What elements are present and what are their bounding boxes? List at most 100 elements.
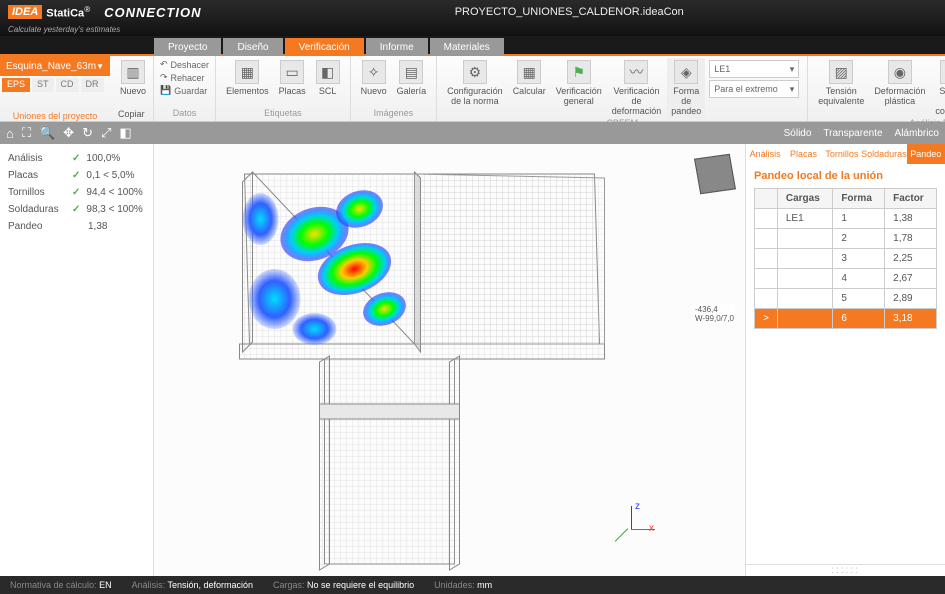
fit-icon[interactable]: ⛶ [22,125,31,141]
3d-viewport[interactable]: -436,4 W-99,0/7,0 z x [154,144,745,576]
sub-tab-strip: EPSSTCDDR [0,76,110,92]
para-extremo-dropdown[interactable]: Para el extremo▾ [709,80,799,98]
navigation-cube[interactable] [694,154,736,194]
expand-icon[interactable]: ⤢ [101,125,111,141]
main-tab-materiales[interactable]: Materiales [430,38,504,56]
main-tab-diseño[interactable]: Diseño [223,38,282,56]
verif-general-button[interactable]: ⚑Verificación general [552,58,606,108]
result-row: Pandeo1,38 [8,218,145,235]
results-summary-panel: Análisis✓100,0%Placas✓0,1 < 5,0%Tornillo… [0,144,154,576]
main-tab-informe[interactable]: Informe [366,38,428,56]
sub-tab-st[interactable]: ST [32,78,54,92]
sub-tab-eps[interactable]: EPS [2,78,30,92]
le-dropdown[interactable]: LE1▾ [709,60,799,78]
app-logo: IDEA StatiCa® CONNECTION [8,5,201,20]
connection-selector-caption: Uniones del proyecto [0,109,110,121]
slogan: Calculate yesterday's estimates [0,24,945,36]
elementos-button[interactable]: ▦Elementos [222,58,273,98]
nuevo-imagen-button[interactable]: ✧Nuevo [357,58,391,98]
view-mode-alámbrico[interactable]: Alámbrico [895,128,939,139]
ribbon-group-cbfem: ⚙Configuración de la norma ▦Calcular ⚑Ve… [437,56,808,121]
col-factor: Factor [885,189,937,209]
buckling-icon: ◈ [674,60,698,84]
chevron-down-icon: ▾ [790,64,795,75]
settings-icon: ⚙ [463,60,487,84]
calculate-icon: ▦ [517,60,541,84]
view-mode-sólido[interactable]: Sólido [784,128,812,139]
check-flag-icon: ⚑ [567,60,591,84]
plastic-icon: ◉ [888,60,912,84]
save-icon: 💾 [160,85,171,96]
forma-pandeo-button[interactable]: ◈Forma de pandeo [667,58,705,118]
copiar-label: Copiar [118,109,145,119]
new-image-icon: ✧ [362,60,386,84]
sub-tab-dr[interactable]: DR [81,78,104,92]
view-modes: Sólido Transparente Alámbrico [784,128,939,139]
ribbon-new-copy: ▥ Nuevo Copiar [110,56,154,121]
zoom-icon[interactable]: 🔍 [39,125,55,141]
view-mode-transparente[interactable]: Transparente [823,128,882,139]
deform-icon: 〰 [624,60,648,84]
ribbon: Esquina_Nave_63m ▼ EPSSTCDDR Uniones del… [0,56,945,122]
deshacer-button[interactable]: ↶Deshacer [160,58,209,71]
stress-contacts-button[interactable]: ▣Stress in contacts [931,58,945,118]
table-row[interactable]: 52,89 [755,289,937,309]
table-row[interactable]: LE111,38 [755,209,937,229]
col-cargas: Cargas [777,189,832,209]
deform-plastica-button[interactable]: ◉Deformación plástica [870,58,929,108]
status-bar: Normativa de cálculo: EN Análisis: Tensi… [0,576,945,594]
calcular-button[interactable]: ▦Calcular [509,58,550,98]
main-tab-proyecto[interactable]: Proyecto [154,38,221,56]
stress-icon: ▨ [829,60,853,84]
copiar-button[interactable]: Copiar [116,109,147,119]
result-row: Soldaduras✓98,3 < 100% [8,201,145,218]
project-filename: PROYECTO_UNIONES_CALDENOR.ideaCon [455,6,684,18]
ribbon-imagenes-label: Imágenes [357,108,431,119]
config-norma-button[interactable]: ⚙Configuración de la norma [443,58,507,108]
home-icon[interactable]: ⌂ [6,126,14,141]
nuevo-button[interactable]: ▥ Nuevo [116,58,150,98]
table-row[interactable]: 42,67 [755,269,937,289]
buckling-results-table: Cargas Forma Factor LE111,3821,7832,2542… [754,188,937,329]
right-tab-tornillos[interactable]: Tornillos [823,144,861,164]
right-tab-soldaduras[interactable]: Soldaduras [861,144,907,164]
rehacer-button[interactable]: ↷Rehacer [160,71,209,84]
connection-selector-value: Esquina_Nave_63m [6,61,96,72]
verif-deform-button[interactable]: 〰Verificación de deformación [608,58,666,118]
col-forma: Forma [833,189,885,209]
panel-resize-handle[interactable]: :::::: [746,564,945,576]
redo-icon: ↷ [160,72,168,83]
right-panel: AnálisisPlacasTornillosSoldadurasPandeo … [745,144,945,576]
ribbon-left: Esquina_Nave_63m ▼ EPSSTCDDR Uniones del… [0,56,110,121]
table-row[interactable]: 32,25 [755,249,937,269]
connection-selector[interactable]: Esquina_Nave_63m ▼ [0,56,110,76]
sub-tab-cd[interactable]: CD [56,78,79,92]
ribbon-etiquetas-label: Etiquetas [222,108,344,119]
table-row[interactable]: >63,18 [755,309,937,329]
placas-button[interactable]: ▭Placas [275,58,310,98]
right-tab-placas[interactable]: Placas [784,144,822,164]
result-row: Placas✓0,1 < 5,0% [8,167,145,184]
guardar-button[interactable]: 💾Guardar [160,84,209,97]
chevron-down-icon: ▾ [790,84,795,95]
scl-button[interactable]: ◧SCL [312,58,344,98]
result-row: Análisis✓100,0% [8,150,145,167]
table-row[interactable]: 21,78 [755,229,937,249]
undo-icon: ↶ [160,59,168,70]
app-product-name: CONNECTION [104,5,201,20]
tension-eq-button[interactable]: ▨Tensión equivalente [814,58,868,108]
right-tab-análisis[interactable]: Análisis [746,144,784,164]
galeria-button[interactable]: ▤Galería [393,58,431,98]
right-tab-strip: AnálisisPlacasTornillosSoldadurasPandeo [746,144,945,164]
eraser-icon[interactable]: ◧ [119,125,131,141]
ribbon-group-imagenes: ✧Nuevo ▤Galería Imágenes [351,56,438,121]
gallery-icon: ▤ [399,60,423,84]
new-icon: ▥ [121,60,145,84]
main-tab-verificación[interactable]: Verificación [285,38,364,56]
right-panel-title: Pandeo local de la unión [746,164,945,188]
rotate-icon[interactable]: ↻ [82,125,93,141]
plates-icon: ▭ [280,60,304,84]
right-tab-pandeo[interactable]: Pandeo [907,144,945,164]
main-tab-strip: ProyectoDiseñoVerificaciónInformeMateria… [0,36,945,56]
pan-icon[interactable]: ✥ [63,125,74,141]
